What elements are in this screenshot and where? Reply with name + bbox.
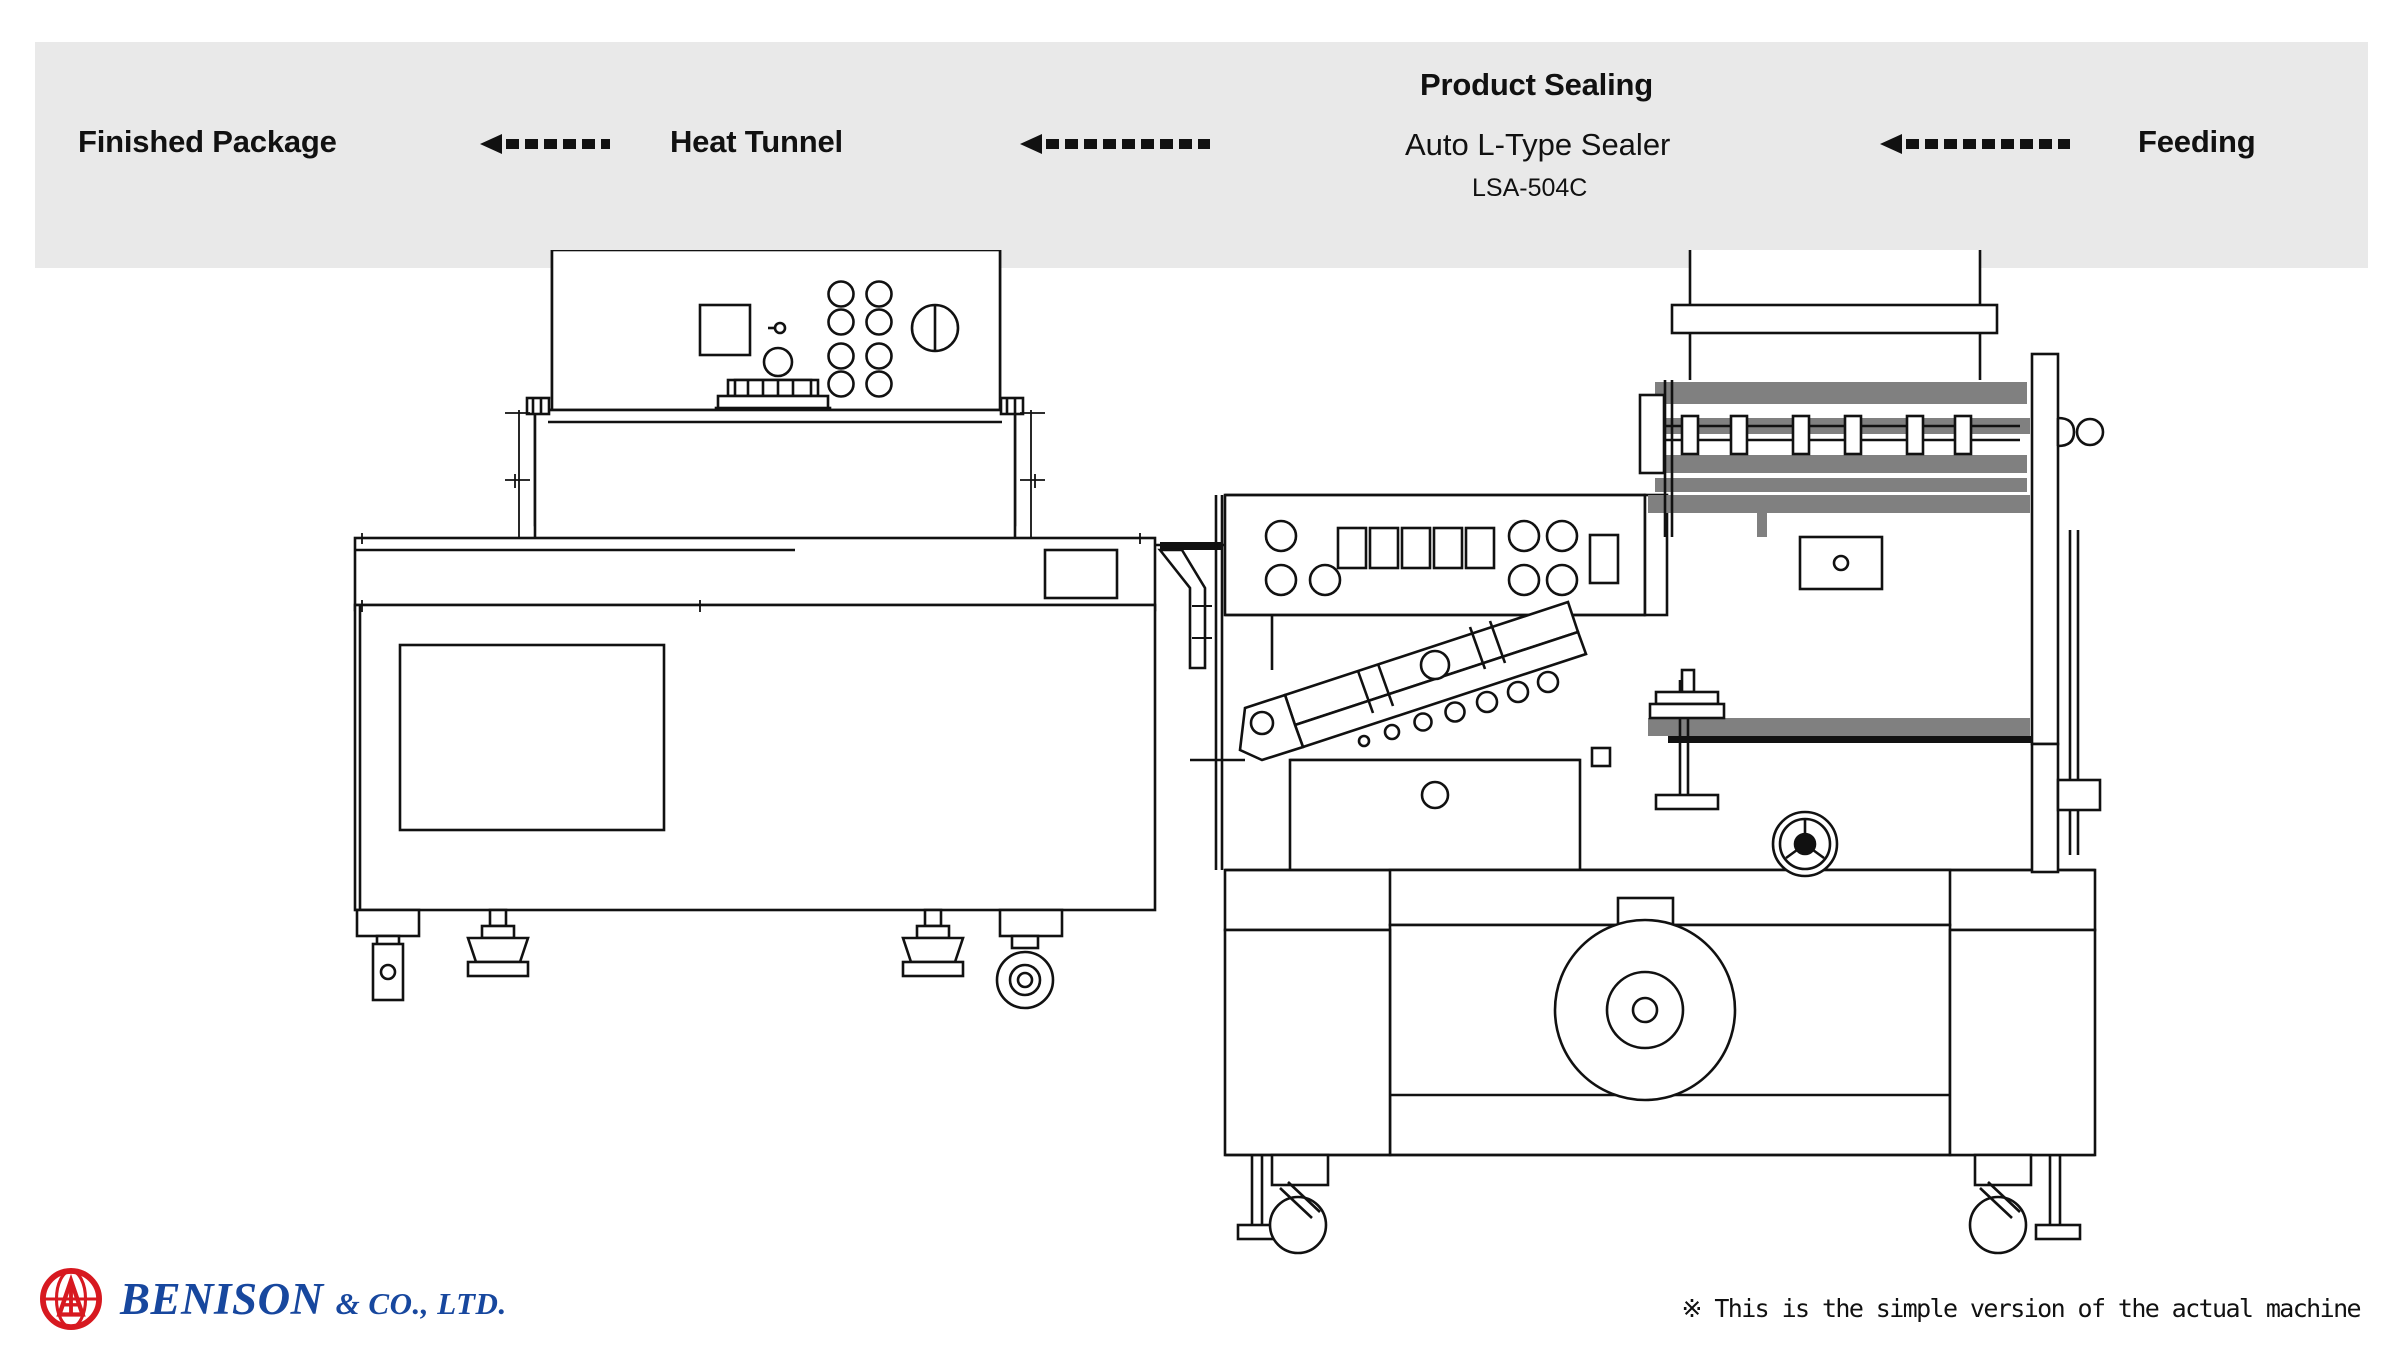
stage-label-heat-tunnel: Heat Tunnel <box>670 124 843 159</box>
sealer-display-2 <box>1368 526 1400 570</box>
sealer-display-5 <box>1464 526 1496 570</box>
stage-label-feeding: Feeding <box>2138 124 2256 159</box>
ramp-pivot-hole <box>1249 710 1275 736</box>
benison-logo-icon <box>40 1268 102 1330</box>
heat-tunnel-machine <box>353 250 1157 1010</box>
tunnel-access-hatch <box>1043 548 1119 600</box>
heat-tunnel-cabinet <box>353 533 1157 912</box>
page-root: Finished Package Heat Tunnel Product Sea… <box>0 0 2400 1360</box>
tunnel-push-button <box>762 346 794 378</box>
tunnel-large-dial <box>910 303 960 353</box>
arrow-feeding-to-sealing <box>1880 132 2070 156</box>
product-sealing-subtitle-line1: Auto L-Type Sealer <box>1405 127 1671 162</box>
sealer-display-4 <box>1432 526 1464 570</box>
tunnel-foot-right <box>901 908 965 978</box>
film-bar-lower <box>1648 718 2030 736</box>
arrow-tunnel-to-package <box>480 132 610 156</box>
sealer-display-1 <box>1336 526 1368 570</box>
product-sealing-subtitle-line2: LSA-504C <box>1472 174 1588 202</box>
tunnel-caster-left <box>355 908 421 1002</box>
sealer-side-port <box>1590 746 1612 768</box>
tunnel-foot-left <box>466 908 530 978</box>
arrow-sealing-to-tunnel <box>1020 132 1210 156</box>
l-sealer-machine <box>1190 250 2105 1255</box>
tunnel-caster-right <box>995 908 1064 1010</box>
machine-line-drawing <box>353 250 2105 1255</box>
film-tension-block <box>1798 535 1884 591</box>
film-roll-assembly <box>1638 250 2105 746</box>
company-branding: BENISON & CO., LTD. <box>40 1268 507 1330</box>
film-bar-5 <box>1648 495 2030 513</box>
company-suffix: & CO., LTD. <box>335 1286 507 1321</box>
tunnel-front-panel <box>398 643 666 832</box>
sealer-caster-left <box>1236 1153 1330 1255</box>
sealer-handwheel <box>1771 810 1839 878</box>
film-guide-adjuster <box>1648 668 2032 811</box>
sealer-display-3 <box>1400 526 1432 570</box>
stage-label-finished-package: Finished Package <box>78 124 337 159</box>
process-flow-banner: Finished Package Heat Tunnel Product Sea… <box>35 42 2368 268</box>
sealer-infeed-ramp <box>1190 600 1588 762</box>
film-spindle-stub <box>1757 513 1767 537</box>
stage-label-product-sealing: Product Sealing <box>1420 67 1653 102</box>
sealer-caster-right <box>1968 1153 2082 1255</box>
film-bar-4 <box>1655 478 2027 492</box>
company-name: BENISON <box>120 1274 324 1324</box>
sealer-right-column <box>2030 352 2060 746</box>
film-bar-1 <box>1655 382 2027 404</box>
film-hook <box>2056 416 2105 448</box>
tunnel-display-square <box>698 303 752 357</box>
sealer-tall-display <box>1588 533 1620 585</box>
sealer-deck-button <box>1420 780 1450 810</box>
disclaimer-note: ※ This is the simple version of the actu… <box>1681 1294 2362 1323</box>
film-bar-3 <box>1655 455 2027 473</box>
